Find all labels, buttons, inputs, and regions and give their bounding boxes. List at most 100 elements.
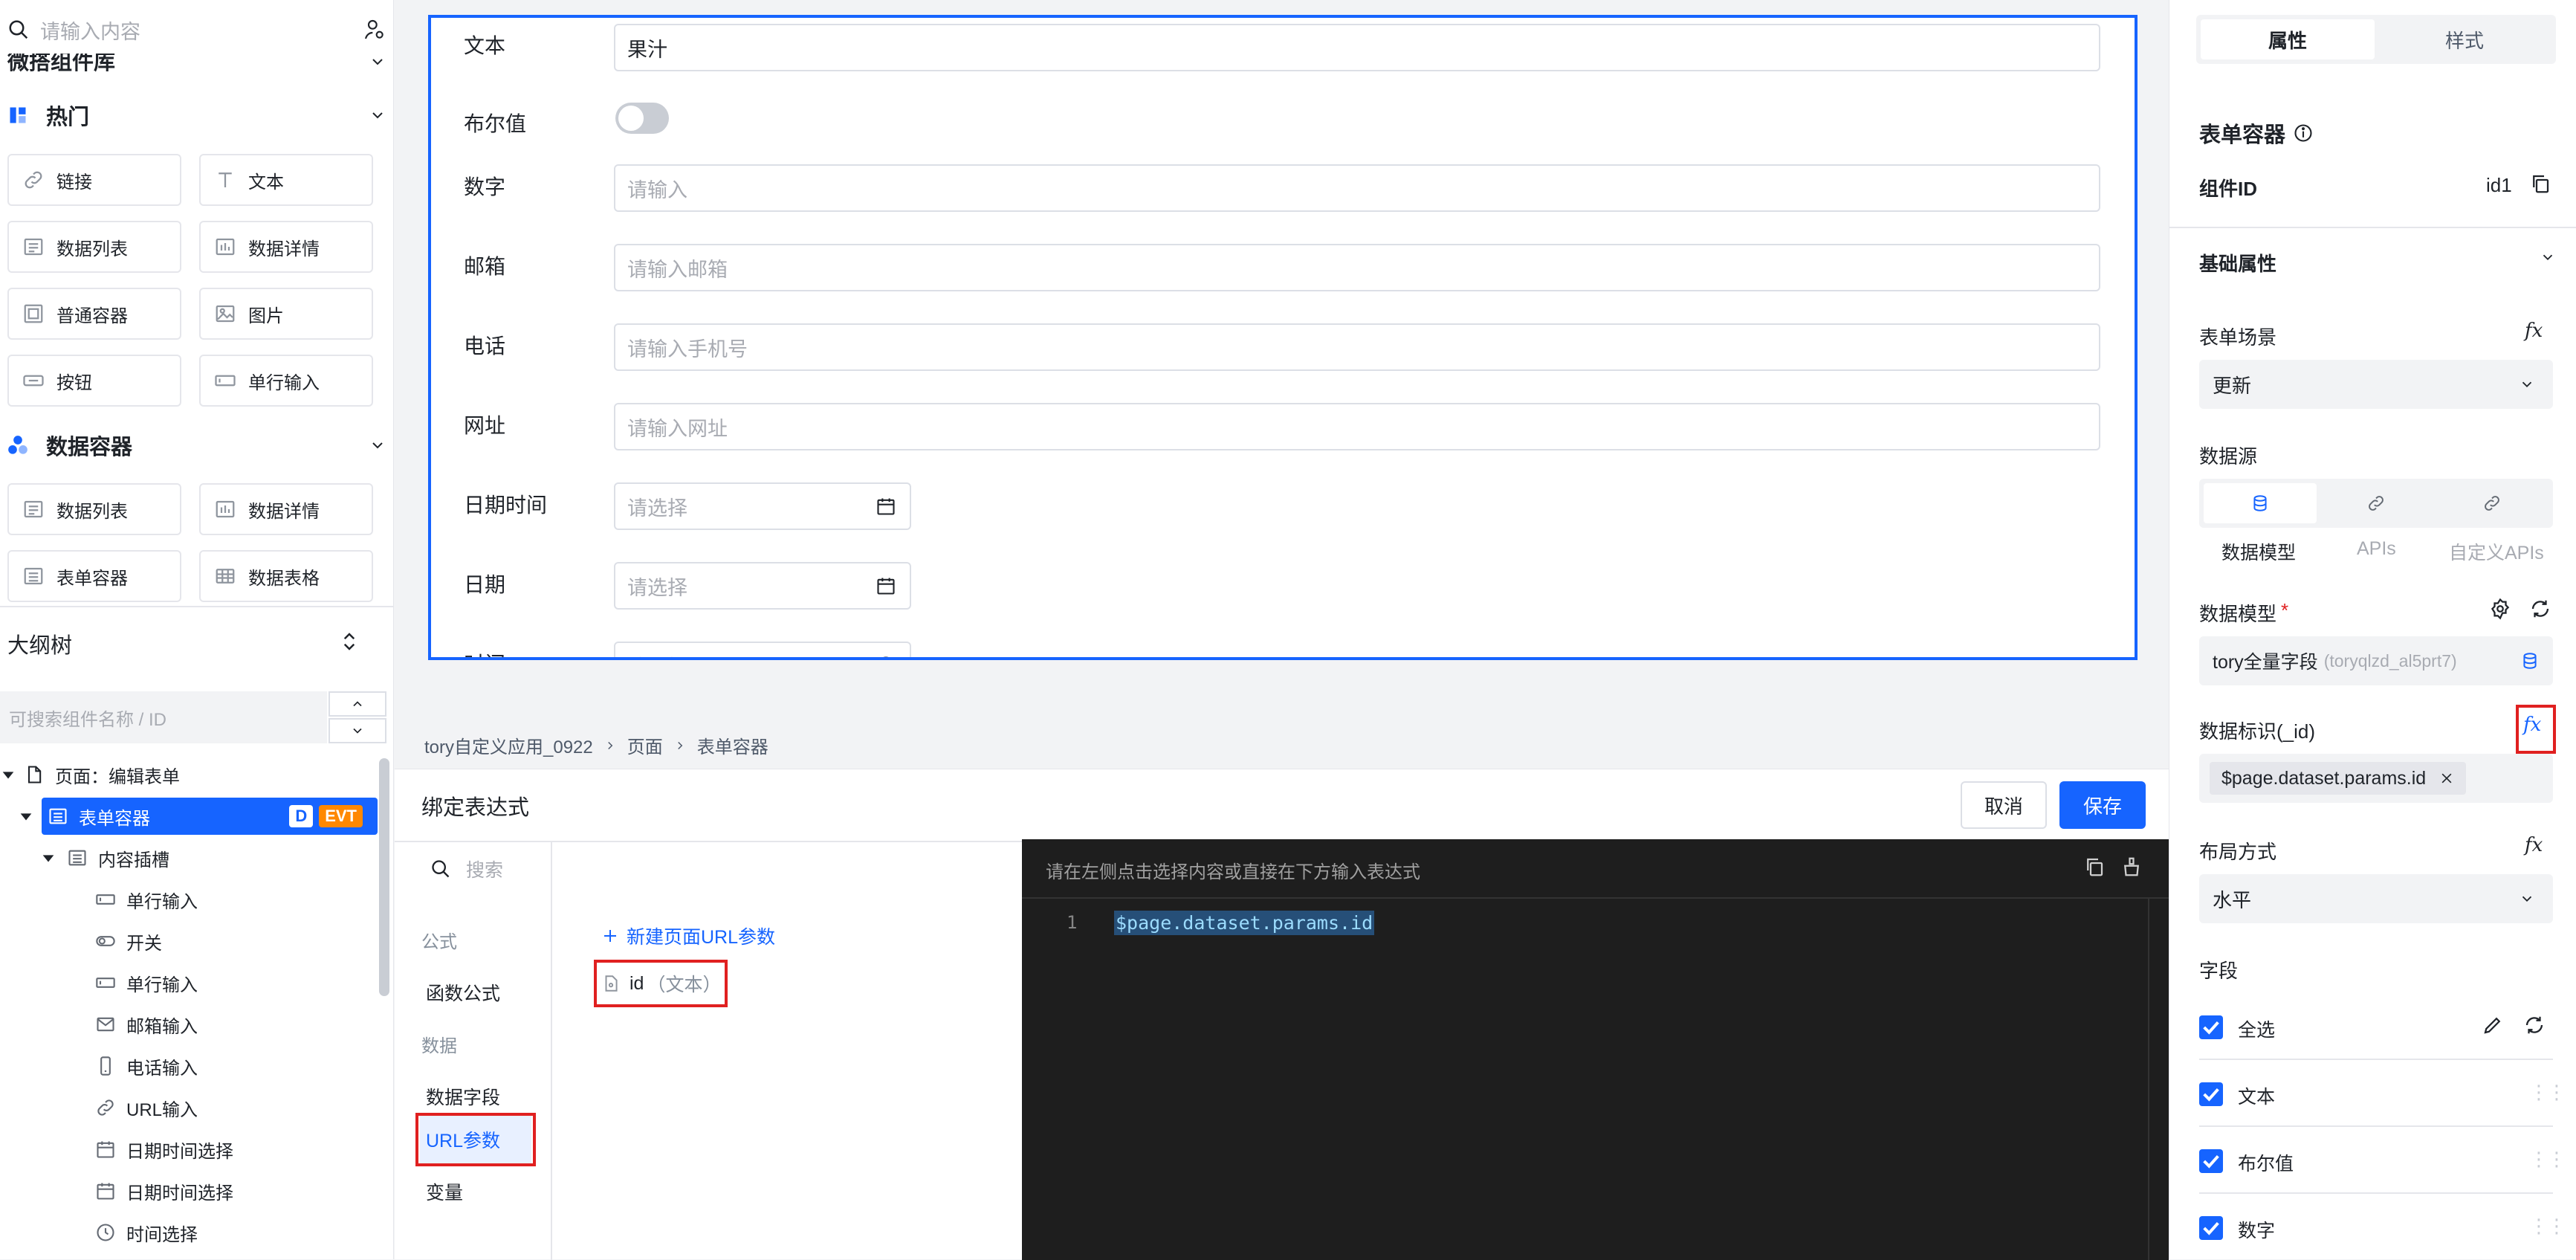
- tree-node-label: 单行输入: [126, 975, 198, 995]
- tree-node-time[interactable]: 时间选择: [0, 1214, 379, 1251]
- datetime-field[interactable]: 请选择: [614, 482, 911, 530]
- source-model-label[interactable]: 数据模型: [2221, 538, 2296, 565]
- drag-handle-icon[interactable]: ⋮⋮: [2529, 1148, 2566, 1171]
- tab-properties[interactable]: 属性: [2201, 19, 2375, 59]
- comp-data-detail[interactable]: 数据详情: [199, 221, 373, 273]
- bind-search[interactable]: 搜索: [430, 856, 503, 882]
- tree-node-input-2[interactable]: 单行输入: [0, 964, 379, 1001]
- tree-node-datetime-1[interactable]: 日期时间选择: [0, 1131, 379, 1168]
- edit-icon[interactable]: [2482, 1014, 2504, 1036]
- prev-match-button[interactable]: [329, 691, 386, 717]
- field-checkbox[interactable]: [2199, 1216, 2223, 1240]
- comp-data-list-2[interactable]: 数据列表: [7, 483, 181, 535]
- source-model-option[interactable]: [2204, 483, 2317, 523]
- tree-node-phone[interactable]: 电话输入: [0, 1047, 379, 1085]
- model-select[interactable]: tory全量字段 (toryqlzd_al5prt7): [2199, 636, 2553, 685]
- fx-icon[interactable]: fx: [2525, 834, 2543, 856]
- calendar-icon: [97, 1141, 114, 1158]
- section-data-container-header[interactable]: 数据容器: [0, 427, 393, 464]
- comp-data-detail-2[interactable]: 数据详情: [199, 483, 373, 535]
- next-match-button[interactable]: [329, 718, 386, 743]
- comp-text[interactable]: 文本: [199, 154, 373, 206]
- select-all-checkbox[interactable]: [2199, 1015, 2223, 1039]
- url-field[interactable]: 请输入网址: [614, 403, 2100, 450]
- expression-editor[interactable]: 请在左侧点击选择内容或直接在下方输入表达式 1 $page.dataset.pa…: [1022, 839, 2169, 1260]
- breadcrumb-app[interactable]: tory自定义应用_0922: [424, 732, 593, 758]
- comp-button[interactable]: 按钮: [7, 355, 181, 407]
- comp-form-container[interactable]: 表单容器: [7, 550, 181, 602]
- component-search-input[interactable]: 请输入内容: [40, 16, 363, 45]
- outline-search-input[interactable]: 可搜索组件名称 / ID: [0, 691, 327, 743]
- source-custom-apis-option[interactable]: [2436, 483, 2549, 523]
- text-field[interactable]: 果汁: [614, 24, 2100, 71]
- refresh-icon[interactable]: [2523, 1014, 2546, 1036]
- nav-data-fields[interactable]: 数据字段: [426, 1083, 500, 1110]
- date-field[interactable]: 请选择: [614, 562, 911, 610]
- expression-code[interactable]: $page.dataset.params.id: [1114, 911, 1375, 935]
- scene-select[interactable]: 更新: [2199, 360, 2553, 409]
- expand-collapse-icon[interactable]: [338, 630, 360, 653]
- clear-icon[interactable]: [2120, 856, 2143, 878]
- close-icon[interactable]: [2439, 771, 2454, 786]
- breadcrumb-page[interactable]: 页面: [627, 732, 663, 758]
- field-checkbox[interactable]: [2199, 1149, 2223, 1173]
- copy-icon[interactable]: [2529, 172, 2551, 195]
- tree-node-page[interactable]: 页面：编辑表单: [0, 756, 379, 793]
- refresh-icon[interactable]: [2529, 598, 2551, 620]
- section-hot-header[interactable]: 热门: [0, 97, 393, 134]
- component-search[interactable]: 请输入内容: [0, 0, 393, 59]
- tree-node-label: URL输入: [126, 1099, 198, 1120]
- drag-handle-icon[interactable]: ⋮⋮: [2529, 1081, 2566, 1104]
- field-label-url: 网址: [464, 414, 506, 437]
- number-field[interactable]: 请输入: [614, 164, 2100, 212]
- comp-single-input[interactable]: 单行输入: [199, 355, 373, 407]
- tree-node-url[interactable]: URL输入: [0, 1089, 379, 1126]
- drag-handle-icon[interactable]: ⋮⋮: [2529, 1215, 2566, 1238]
- info-icon[interactable]: [2293, 123, 2314, 143]
- component-sidebar: 请输入内容 微搭组件库 热门 链接 文本 数据列表 数据详情 普通容器 图片 按…: [0, 0, 394, 1259]
- comp-data-table[interactable]: 数据表格: [199, 550, 373, 602]
- chevron-down-icon[interactable]: [2540, 249, 2556, 265]
- data-key-field[interactable]: $page.dataset.params.id: [2199, 754, 2553, 803]
- field-label-time: 时间: [464, 648, 505, 657]
- new-url-param-link[interactable]: 新建页面URL参数: [601, 923, 775, 949]
- user-filter-icon[interactable]: [363, 18, 386, 42]
- comp-data-list[interactable]: 数据列表: [7, 221, 181, 273]
- field-checkbox[interactable]: [2199, 1082, 2223, 1106]
- breadcrumb-component[interactable]: 表单容器: [697, 732, 768, 758]
- comp-image[interactable]: 图片: [199, 288, 373, 340]
- list-icon: [24, 500, 43, 518]
- tab-style[interactable]: 样式: [2378, 19, 2551, 59]
- layout-select[interactable]: 水平: [2199, 874, 2553, 923]
- email-field[interactable]: 请输入邮箱: [614, 244, 2100, 291]
- bool-toggle[interactable]: [615, 103, 669, 134]
- tree-node-input-1[interactable]: 单行输入: [0, 881, 379, 918]
- tree-node-email[interactable]: 邮箱输入: [0, 1006, 379, 1043]
- copy-icon[interactable]: [2083, 856, 2106, 878]
- component-library-header[interactable]: 微搭组件库: [0, 54, 393, 83]
- source-custom-apis-label[interactable]: 自定义APIs: [2449, 538, 2544, 565]
- editor-scrollbar[interactable]: [2148, 899, 2169, 1260]
- nav-variables[interactable]: 变量: [426, 1178, 463, 1205]
- save-button[interactable]: 保存: [2059, 781, 2146, 829]
- tree-node-datetime-2[interactable]: 日期时间选择: [0, 1172, 379, 1209]
- fx-icon[interactable]: fx: [2525, 320, 2543, 342]
- basic-props-title[interactable]: 基础属性: [2199, 249, 2276, 277]
- time-field[interactable]: 请选择: [614, 642, 911, 657]
- tree-node-switch[interactable]: 开关: [0, 923, 379, 960]
- cancel-button[interactable]: 取消: [1961, 781, 2047, 829]
- comp-link[interactable]: 链接: [7, 154, 181, 206]
- settings-icon[interactable]: [2489, 598, 2511, 620]
- comp-label: 表单容器: [56, 568, 128, 589]
- source-apis-option[interactable]: [2320, 483, 2433, 523]
- source-apis-label[interactable]: APIs: [2357, 538, 2396, 560]
- tree-node-slot[interactable]: 内容插槽: [0, 839, 379, 876]
- bind-search-input[interactable]: 搜索: [466, 856, 503, 882]
- form-canvas[interactable]: 文本 果汁 布尔值 数字 请输入 邮箱 请输入邮箱 电话 请输入手机号 网址 请…: [428, 15, 2138, 660]
- phone-field[interactable]: 请输入手机号: [614, 323, 2100, 371]
- outline-scrollbar[interactable]: [379, 758, 389, 996]
- comp-label: 数据详情: [248, 501, 320, 522]
- comp-container[interactable]: 普通容器: [7, 288, 181, 340]
- tree-node-form-container-selected[interactable]: 表单容器 D EVT: [20, 798, 378, 835]
- nav-func-formula[interactable]: 函数公式: [426, 979, 500, 1006]
